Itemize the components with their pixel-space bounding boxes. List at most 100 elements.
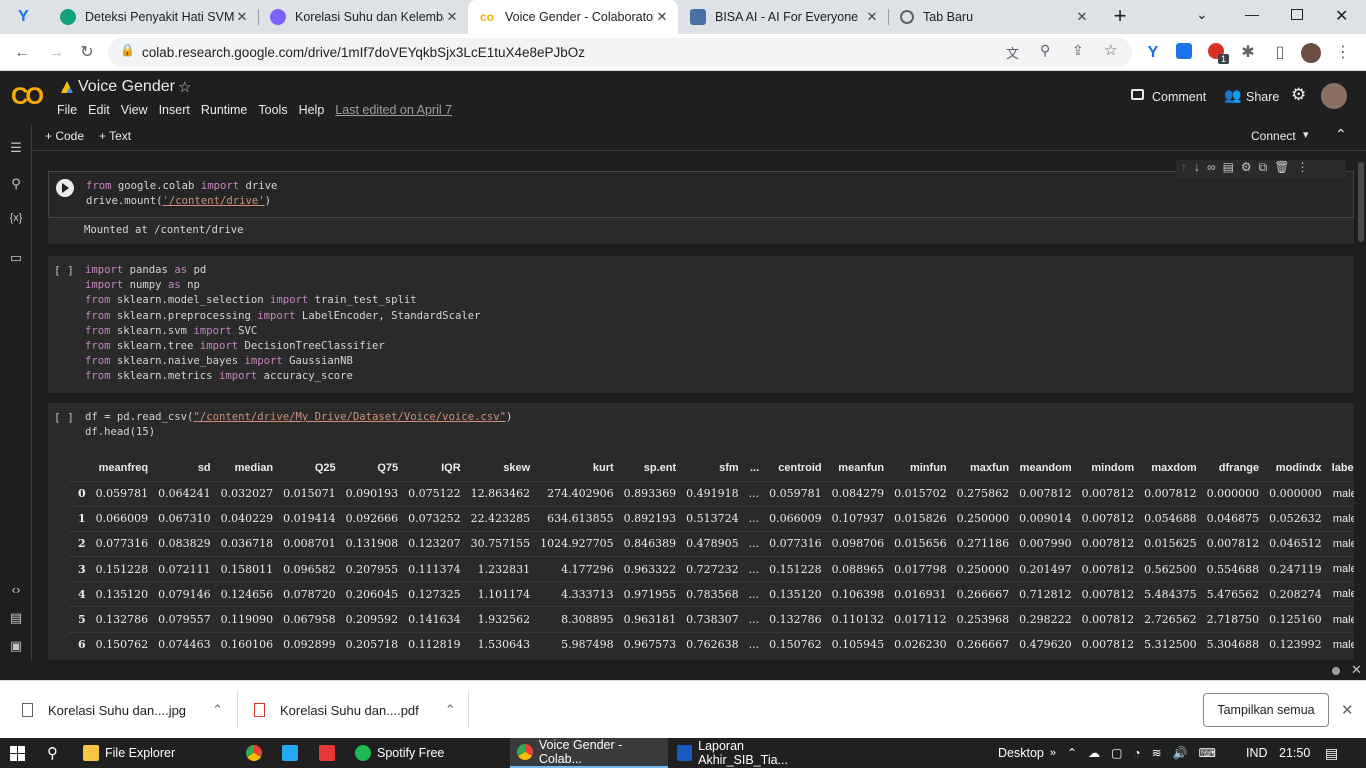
forward-icon[interactable]: → xyxy=(46,43,66,63)
chevron-up-icon[interactable]: ⌃ xyxy=(445,702,456,718)
cell-2-code[interactable]: import pandas as pd import numpy as np f… xyxy=(85,263,480,385)
taskbar-vscode[interactable] xyxy=(282,738,304,768)
bookmark-star-icon[interactable]: ☆ xyxy=(1104,41,1117,59)
move-up-icon[interactable]: ↑ xyxy=(1181,160,1187,178)
variables-icon[interactable]: {x} xyxy=(8,212,24,228)
menu-view[interactable]: View xyxy=(121,103,148,117)
close-icon[interactable]: ✕ xyxy=(1074,9,1090,25)
tab-new[interactable]: Tab Baru ✕ xyxy=(888,0,1098,34)
tab-voice-gender[interactable]: co Voice Gender - Colaborator ✕ xyxy=(468,0,678,34)
back-icon[interactable]: ← xyxy=(12,43,32,63)
reload-icon[interactable]: ↻ xyxy=(77,43,97,63)
files-folder-icon[interactable]: ▭ xyxy=(8,250,24,266)
browser-extension-icon[interactable]: Y xyxy=(18,8,38,26)
side-panel-icon[interactable]: ▯ xyxy=(1270,43,1290,63)
tab-bisa-ai[interactable]: BISA AI - AI For Everyone ✕ xyxy=(678,0,888,34)
add-text-button[interactable]: + Text xyxy=(99,129,131,143)
close-output-icon[interactable]: ✕ xyxy=(1351,662,1362,678)
download-item-jpg[interactable]: Korelasi Suhu dan....jpg ⌃ xyxy=(22,681,223,739)
menu-runtime[interactable]: Runtime xyxy=(201,103,248,117)
minimize-icon[interactable]: — xyxy=(1245,6,1259,22)
extensions-puzzle-icon[interactable]: ✱ xyxy=(1238,43,1258,63)
comment-button[interactable]: Comment xyxy=(1152,90,1206,104)
comment-cell-icon[interactable]: ▤ xyxy=(1223,160,1234,178)
search-icon[interactable]: ⚲ xyxy=(8,176,24,192)
chrome-menu-icon[interactable]: ⋮ xyxy=(1333,43,1353,63)
network-icon[interactable]: ◔ xyxy=(1133,746,1140,760)
new-tab-button[interactable]: + xyxy=(1108,5,1132,29)
address-bar[interactable]: 🔒 colab.research.google.com/drive/1mIf7d… xyxy=(108,38,1132,67)
mirror-cell-icon[interactable]: ⧉ xyxy=(1259,160,1268,178)
start-button[interactable] xyxy=(10,738,25,768)
star-icon[interactable]: ☆ xyxy=(178,78,191,96)
translate-icon[interactable]: 文 xyxy=(1006,43,1019,62)
horizontal-scrollbar[interactable]: ✕ xyxy=(33,661,1366,680)
menu-help[interactable]: Help xyxy=(299,103,325,117)
tab-search-icon[interactable]: ⌄ xyxy=(1196,6,1208,23)
notebook-title[interactable]: Voice Gender xyxy=(78,78,175,96)
close-icon[interactable]: ✕ xyxy=(444,9,460,25)
code-cell-2[interactable]: [ ] import pandas as pd import numpy as … xyxy=(48,256,1354,393)
menu-edit[interactable]: Edit xyxy=(88,103,110,117)
profile-avatar[interactable] xyxy=(1301,43,1321,63)
collapse-header-icon[interactable]: ⌃ xyxy=(1335,126,1347,143)
cell-3-code[interactable]: df = pd.read_csv("/content/drive/My Driv… xyxy=(85,410,512,440)
notification-icon[interactable]: ▤ xyxy=(1325,738,1338,768)
share-page-icon[interactable]: ⇪ xyxy=(1072,42,1084,59)
tab-deteksi[interactable]: Deteksi Penyakit Hati SVM ✕ xyxy=(48,0,258,34)
move-down-icon[interactable]: ↓ xyxy=(1194,160,1200,178)
vertical-scrollbar[interactable] xyxy=(1356,152,1366,660)
delete-icon[interactable]: 🗑 xyxy=(1274,160,1289,178)
tray-up-icon[interactable]: ⌃ xyxy=(1067,746,1077,760)
terminal-icon[interactable]: ▣ xyxy=(8,638,24,654)
cell-settings-icon[interactable]: ⚙ xyxy=(1241,160,1252,178)
download-item-pdf[interactable]: Korelasi Suhu dan....pdf ⌃ xyxy=(254,681,456,739)
window-close-icon[interactable]: ✕ xyxy=(1335,6,1348,26)
taskbar-colab-window[interactable]: Voice Gender - Colab... xyxy=(510,738,668,768)
last-edited-link[interactable]: Last edited on April 7 xyxy=(335,103,452,117)
taskbar-search-icon[interactable]: ⚲ xyxy=(47,738,58,768)
code-cell-1[interactable]: from google.colab import drive drive.mou… xyxy=(48,171,1354,218)
taskbar-spotify[interactable]: Spotify Free xyxy=(355,738,444,768)
code-cell-3[interactable]: [ ] df = pd.read_csv("/content/drive/My … xyxy=(48,403,1354,449)
more-icon[interactable]: ⋮ xyxy=(1296,160,1308,178)
share-button[interactable]: Share xyxy=(1246,90,1279,104)
cloud-icon[interactable]: ☁ xyxy=(1088,746,1100,760)
cell-1-code[interactable]: from google.colab import drive drive.mou… xyxy=(86,179,277,209)
desktop-toolbar[interactable]: Desktop » xyxy=(998,738,1056,768)
user-avatar[interactable] xyxy=(1321,83,1347,109)
zoom-icon[interactable]: ⚲ xyxy=(1040,42,1050,59)
close-icon[interactable]: ✕ xyxy=(654,9,670,25)
extension-y-icon[interactable]: Y xyxy=(1143,43,1163,63)
close-icon[interactable]: ✕ xyxy=(864,9,880,25)
extension-blue-icon[interactable] xyxy=(1174,43,1194,63)
close-downloads-icon[interactable]: ✕ xyxy=(1341,701,1354,719)
language-indicator[interactable]: IND xyxy=(1246,738,1268,768)
show-all-button[interactable]: Tampilkan semua xyxy=(1203,693,1329,727)
chevron-up-icon[interactable]: ⌃ xyxy=(212,702,223,718)
code-snippets-icon[interactable]: ‹› xyxy=(8,582,24,598)
volume-icon[interactable]: 🔊 xyxy=(1173,746,1188,760)
taskbar-wps[interactable] xyxy=(319,738,341,768)
colab-logo[interactable]: CO xyxy=(11,83,44,111)
menu-file[interactable]: File xyxy=(57,103,77,117)
wifi-icon[interactable]: ≋ xyxy=(1152,746,1162,760)
tab-korelasi[interactable]: Korelasi Suhu dan Kelemba ✕ xyxy=(258,0,468,34)
command-palette-icon[interactable]: ▤ xyxy=(8,610,24,626)
scrollbar-thumb[interactable] xyxy=(1358,162,1364,242)
menu-tools[interactable]: Tools xyxy=(258,103,287,117)
connect-button[interactable]: Connect xyxy=(1251,129,1296,143)
close-icon[interactable]: ✕ xyxy=(234,9,250,25)
add-code-button[interactable]: + Code xyxy=(45,129,84,143)
restore-icon[interactable] xyxy=(1291,9,1303,20)
taskbar-word-window[interactable]: Laporan Akhir_SIB_Tia... xyxy=(673,738,829,768)
taskbar-chrome[interactable] xyxy=(246,738,268,768)
keyboard-icon[interactable]: ⌨ xyxy=(1199,746,1216,760)
toc-icon[interactable]: ☰ xyxy=(8,140,24,156)
taskbar-file-explorer[interactable]: File Explorer xyxy=(83,738,175,768)
link-icon[interactable]: ∞ xyxy=(1207,160,1216,178)
clock[interactable]: 21:50 xyxy=(1279,738,1310,768)
camera-icon[interactable]: ▢ xyxy=(1111,746,1122,760)
menu-insert[interactable]: Insert xyxy=(159,103,190,117)
settings-gear-icon[interactable]: ⚙ xyxy=(1291,85,1306,105)
